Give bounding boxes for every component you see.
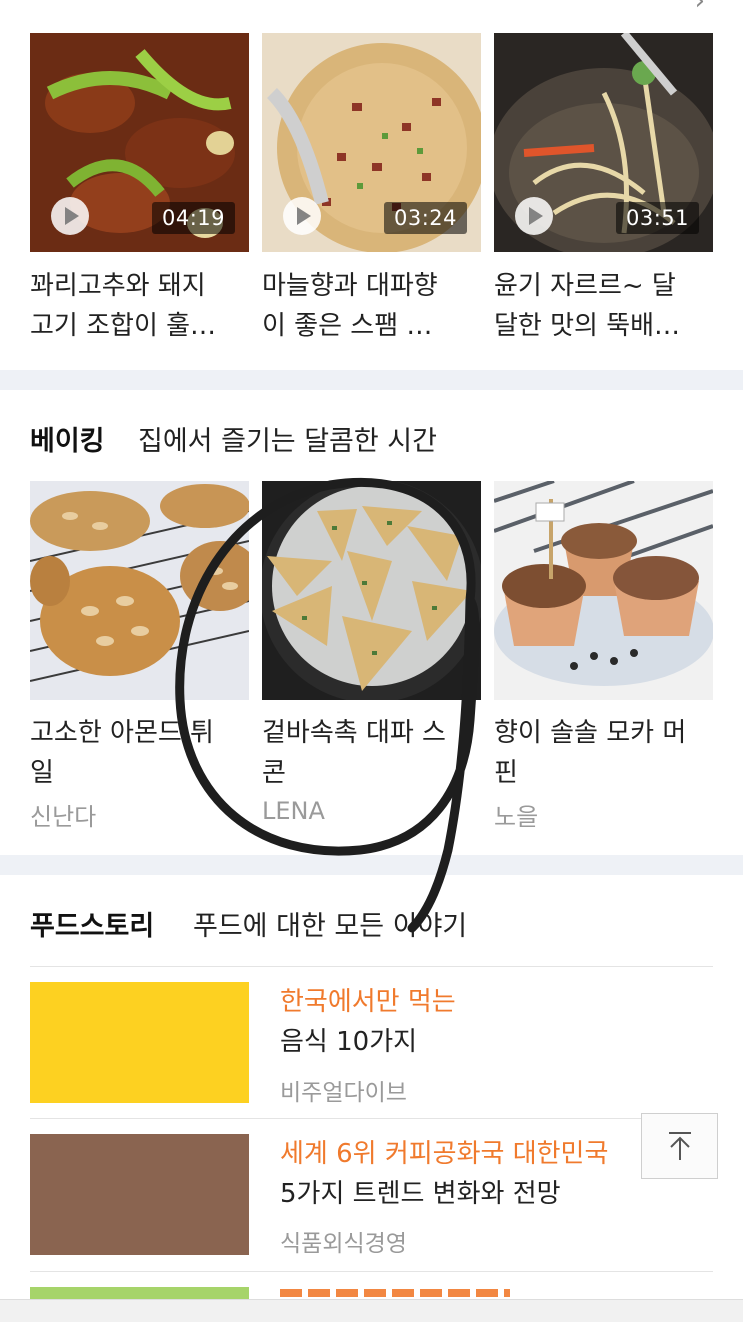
title-line: 핀 xyxy=(494,758,518,788)
title-line: 마늘향과 대파향 xyxy=(262,271,438,301)
video-thumbnail-2[interactable]: 03:24 xyxy=(262,33,481,252)
food-image xyxy=(30,481,249,700)
story-title-1[interactable]: 음식 10가지 xyxy=(280,1023,417,1061)
arrow-up-icon xyxy=(668,1132,691,1160)
video-title-1[interactable]: 꽈리고추와 돼지 고기 조합이 훌… xyxy=(30,266,252,346)
video-duration: 04:19 xyxy=(151,202,235,234)
list-divider xyxy=(30,966,713,967)
story-title-highlight-2[interactable]: 세계 6위 커피공화국 대한민국 xyxy=(280,1135,608,1173)
title-line: 고기 조합이 훌… xyxy=(30,311,217,341)
baking-thumbnail-3[interactable] xyxy=(494,481,713,700)
story-thumbnail-1[interactable] xyxy=(30,982,249,1103)
title-line: 달한 맛의 뚝배… xyxy=(494,311,681,341)
video-duration: 03:24 xyxy=(383,202,467,234)
title-line: 고소한 아몬드 튀 xyxy=(30,718,214,748)
story-title-2[interactable]: 5가지 트렌드 변화와 전망 xyxy=(280,1175,561,1213)
title-line: 꽈리고추와 돼지 xyxy=(30,271,206,301)
section-subtitle-foodstory: 푸드에 대한 모든 이야기 xyxy=(193,911,468,942)
play-icon xyxy=(515,197,553,235)
list-divider xyxy=(30,1118,713,1119)
story-thumbnail-2[interactable] xyxy=(30,1134,249,1255)
title-line: 콘 xyxy=(262,758,286,788)
story-title-highlight-1[interactable]: 한국에서만 먹는 xyxy=(280,983,456,1021)
video-title-2[interactable]: 마늘향과 대파향 이 좋은 스팸 … xyxy=(262,266,484,346)
baking-author-3: 노을 xyxy=(494,803,539,831)
story-thumbnail-3[interactable] xyxy=(30,1287,249,1299)
section-title-baking[interactable]: 베이킹 xyxy=(30,419,105,458)
baking-title-3[interactable]: 향이 솔솔 모카 머 핀 xyxy=(494,713,716,793)
chevron-right-icon[interactable]: › xyxy=(695,0,705,16)
list-divider xyxy=(30,1271,713,1272)
baking-author-1: 신난다 xyxy=(30,803,97,831)
section-divider xyxy=(0,370,743,390)
food-image xyxy=(494,481,713,700)
video-title-3[interactable]: 윤기 자르르~ 달 달한 맛의 뚝배… xyxy=(494,266,716,346)
section-divider xyxy=(0,855,743,875)
title-line: 일 xyxy=(30,758,54,788)
story-source-1: 비주얼다이브 xyxy=(280,1080,407,1106)
section-subtitle-baking: 집에서 즐기는 달콤한 시간 xyxy=(138,426,437,457)
baking-title-2[interactable]: 겉바속촉 대파 스 콘 xyxy=(262,713,484,793)
title-line: 윤기 자르르~ 달 xyxy=(494,271,676,301)
video-thumbnail-3[interactable]: 03:51 xyxy=(494,33,713,252)
baking-title-1[interactable]: 고소한 아몬드 튀 일 xyxy=(30,713,252,793)
play-icon xyxy=(283,197,321,235)
cut-section-header: › xyxy=(0,0,743,16)
baking-author-2: LENA xyxy=(262,797,325,825)
title-line: 향이 솔솔 모카 머 xyxy=(494,718,687,748)
baking-thumbnail-2[interactable] xyxy=(262,481,481,700)
video-thumbnail-1[interactable]: 04:19 xyxy=(30,33,249,252)
baking-thumbnail-1[interactable] xyxy=(30,481,249,700)
play-icon xyxy=(51,197,89,235)
title-line: 이 좋은 스팸 … xyxy=(262,311,433,341)
scroll-to-top-button[interactable] xyxy=(641,1113,718,1179)
food-image xyxy=(262,481,481,700)
section-title-foodstory[interactable]: 푸드스토리 xyxy=(30,904,154,943)
story-source-2: 식품외식경영 xyxy=(280,1231,407,1257)
browser-bottom-bar xyxy=(0,1299,743,1322)
title-line: 겉바속촉 대파 스 xyxy=(262,718,446,748)
video-duration: 03:51 xyxy=(615,202,699,234)
story-title-3-cut[interactable] xyxy=(280,1289,510,1297)
